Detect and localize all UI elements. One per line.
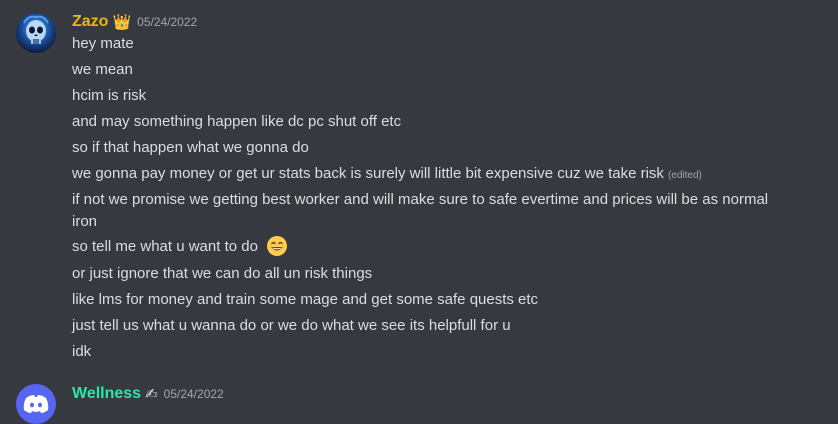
message-line: just tell us what u wanna do or we do wh… — [72, 317, 511, 334]
writing-hand-icon: ✍ — [145, 385, 158, 403]
timestamp: 05/24/2022 — [163, 387, 224, 401]
message-line-edited: we gonna pay money or get ur stats back … — [72, 163, 702, 187]
grinning-face-emoji[interactable] — [266, 235, 288, 257]
message-line: we mean — [72, 61, 133, 78]
message-line: and may something happen like dc pc shut… — [72, 113, 402, 130]
skull-avatar-icon — [23, 15, 49, 44]
message-line: hcim is risk — [72, 87, 147, 104]
username[interactable]: Wellness — [72, 385, 141, 403]
message-line: or just ignore that we can do all un ris… — [72, 265, 373, 282]
message-line-with-emoji: so tell me what u want to do — [72, 236, 288, 258]
message-line: if not we promise we getting best worker… — [72, 191, 769, 230]
message-text: so tell me what u want to do — [72, 238, 258, 255]
message-text: we gonna pay money or get ur stats back … — [72, 165, 664, 182]
message-line: hey mate — [72, 35, 134, 52]
message-header: Zazo 👑 05/24/2022 — [72, 12, 197, 32]
discord-logo-icon — [23, 395, 49, 413]
message-header: Wellness ✍ 05/24/2022 — [72, 384, 224, 404]
message-line: idk — [72, 343, 92, 360]
edited-label: (edited) — [667, 170, 702, 181]
message-line: like lms for money and train some mage a… — [72, 291, 539, 308]
timestamp: 05/24/2022 — [137, 15, 198, 29]
crown-icon: 👑 — [112, 13, 132, 31]
zazo-avatar[interactable] — [16, 13, 56, 53]
wellness-avatar[interactable] — [16, 384, 56, 424]
message-line: so if that happen what we gonna do — [72, 139, 309, 156]
username[interactable]: Zazo — [72, 13, 108, 31]
